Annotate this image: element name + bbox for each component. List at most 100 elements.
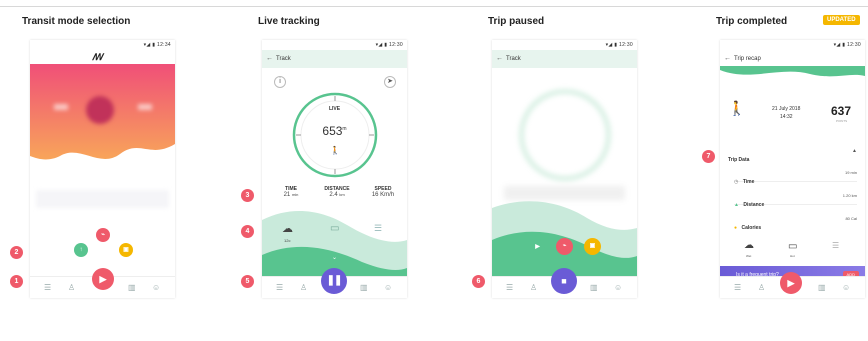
stats-icon[interactable]: ▥ [128,283,136,292]
start-trip-button[interactable]: ▶ [92,268,114,290]
logo-icon: ꟿ [92,52,103,62]
stats-icon[interactable]: ▥ [590,283,598,292]
trophy-icon[interactable]: ♙ [68,283,75,292]
panel-live-tracking: Live tracking ▾◢ ▮ 12:30 ← Track i ➤ LIV… [210,0,440,341]
trophy-icon[interactable]: ♙ [530,283,537,292]
menu-icon[interactable]: ☰ [44,283,51,292]
stat-distance: DISTANCE 2.4 km [324,186,350,198]
status-bar: ▾◢ ▮ 12:34 [143,42,171,48]
chevron-down-icon[interactable]: ⌄ [262,254,407,261]
callout-7: 7 [702,150,715,163]
callout-4: 4 [241,225,254,238]
phone-screen: ▾◢ ▮ 12:30 ← Track i ➤ LIVE 653m 🚶 TIME … [262,40,407,298]
trip-data-row: ◷ Time 19 min [734,170,857,185]
transit-option-walk[interactable]: ⌁ [96,228,110,242]
panel-transit-mode: Transit mode selection ▾◢ ▮ 12:34 ꟿ ⌁ ↑ … [0,0,210,341]
weather-icon: ☁ [744,240,754,251]
updated-badge: UPDATED [823,15,860,25]
panel-title: Live tracking [258,16,320,27]
list-icon: ☰ [374,223,383,233]
panel-trip-completed: Trip completed UPDATED ▾◢ ▮ 12:30 ← Trip… [650,0,868,341]
row-value: 80 Cal [845,216,857,221]
callout-1: 1 [10,275,23,288]
status-bar: ▾◢ ▮ 12:30 [375,42,403,48]
row-value: 19 min [844,170,857,175]
trip-score: 637 [831,104,852,118]
stop-button[interactable]: ■ [551,268,577,294]
chevron-up-icon[interactable]: ▲ [852,148,857,154]
panel-trip-paused: Trip paused ▾◢ ▮ 12:30 ← Track ▶ ⌁ ▣ ☰ ♙… [440,0,650,341]
stat-right [138,104,152,110]
phone-screen: ▾◢ ▮ 12:30 ← Trip recap 🚶 21 July 2018 1… [720,40,865,298]
icon-label-hot: Hot [790,254,795,258]
pause-button[interactable]: ❚❚ [321,268,347,294]
callout-3: 3 [241,189,254,202]
callout-5: 5 [241,275,254,288]
menu-icon[interactable]: ☰ [734,283,741,292]
header-wave [720,66,865,77]
trip-data-row: ▲ Distance 1.20 km [734,193,857,208]
stat-left [54,104,68,110]
stats-icon[interactable]: ▥ [360,283,368,292]
phone-screen: ▾◢ ▮ 12:34 ꟿ ⌁ ↑ ▣ ☰ ♙ ▥ ☺ ▶ [30,40,175,298]
row-label: Calories [741,225,762,231]
navigation-icon[interactable]: ➤ [384,76,396,88]
avatar [86,96,114,124]
profile-icon[interactable]: ☺ [384,283,392,292]
info-icon[interactable]: i [274,76,286,88]
back-arrow-icon[interactable]: ← [266,50,273,68]
list-icon: ☰ [832,241,840,250]
app-bar-title: Trip recap [734,56,761,62]
trip-date: 21 July 2018 [772,106,801,112]
profile-icon[interactable]: ☺ [152,283,160,292]
start-trip-button[interactable]: ▶ [780,272,802,294]
panel-title: Trip paused [488,16,545,27]
app-bar-title: Track [276,56,291,62]
panel-title: Transit mode selection [22,16,131,27]
app-bar: ← Track [262,50,407,68]
profile-icon[interactable]: ☺ [842,283,850,292]
callout-2: 2 [10,246,23,259]
row-label: Distance [743,202,765,208]
section-title: Trip Data [728,157,750,163]
live-value: 653m [322,124,347,138]
mountain-icon: ▲ [734,202,739,208]
blurred-dial [520,90,610,180]
trip-time: 14:32 [780,114,793,120]
phone-screen: ▾◢ ▮ 12:30 ← Track ▶ ⌁ ▣ ☰ ♙ ▥ ☺ ■ [492,40,637,298]
stat-time: TIME 21 min [283,186,299,198]
trophy-icon[interactable]: ♙ [300,283,307,292]
menu-icon[interactable]: ☰ [276,283,283,292]
trophy-icon[interactable]: ♙ [758,283,765,292]
icon-label-wet: Wet [746,254,752,258]
list-item[interactable] [36,190,169,208]
walker-icon: 🚶 [728,100,746,116]
app-bar: ← Track [492,50,637,68]
app-bar-title: Track [506,56,521,62]
resume-bike-button[interactable]: ⌁ [556,238,573,255]
callout-6: 6 [472,275,485,288]
transit-option-bike[interactable]: ↑ [74,243,88,257]
transit-option-bus[interactable]: ▣ [119,243,133,257]
stats-icon[interactable]: ▥ [818,283,826,292]
menu-icon[interactable]: ☰ [506,283,513,292]
score-label: POINTS [836,119,848,123]
weather-icon: ☁ [282,223,293,235]
clock-icon: ◷ [734,179,739,185]
resume-bus-button[interactable]: ▣ [584,238,601,255]
status-bar: ▾◢ ▮ 12:30 [833,42,861,48]
profile-icon[interactable]: ☺ [614,283,622,292]
bus-icon: ▭ [788,241,798,252]
bus-icon: ▭ [330,223,340,234]
row-value: 1.20 km [842,193,857,198]
live-label: LIVE [328,106,341,112]
panel-title: Trip completed [716,16,788,27]
back-arrow-icon[interactable]: ← [496,50,503,68]
flame-icon: ● [734,225,738,231]
weather-label: 12c [284,238,291,243]
status-bar: ▾◢ ▮ 12:30 [605,42,633,48]
trip-data-header[interactable]: Trip Data ▲ [728,148,857,163]
walker-icon: 🚶 [330,146,340,155]
trip-data-row: ● Calories 80 Cal [734,216,857,231]
resume-walk-button[interactable]: ▶ [530,240,545,255]
